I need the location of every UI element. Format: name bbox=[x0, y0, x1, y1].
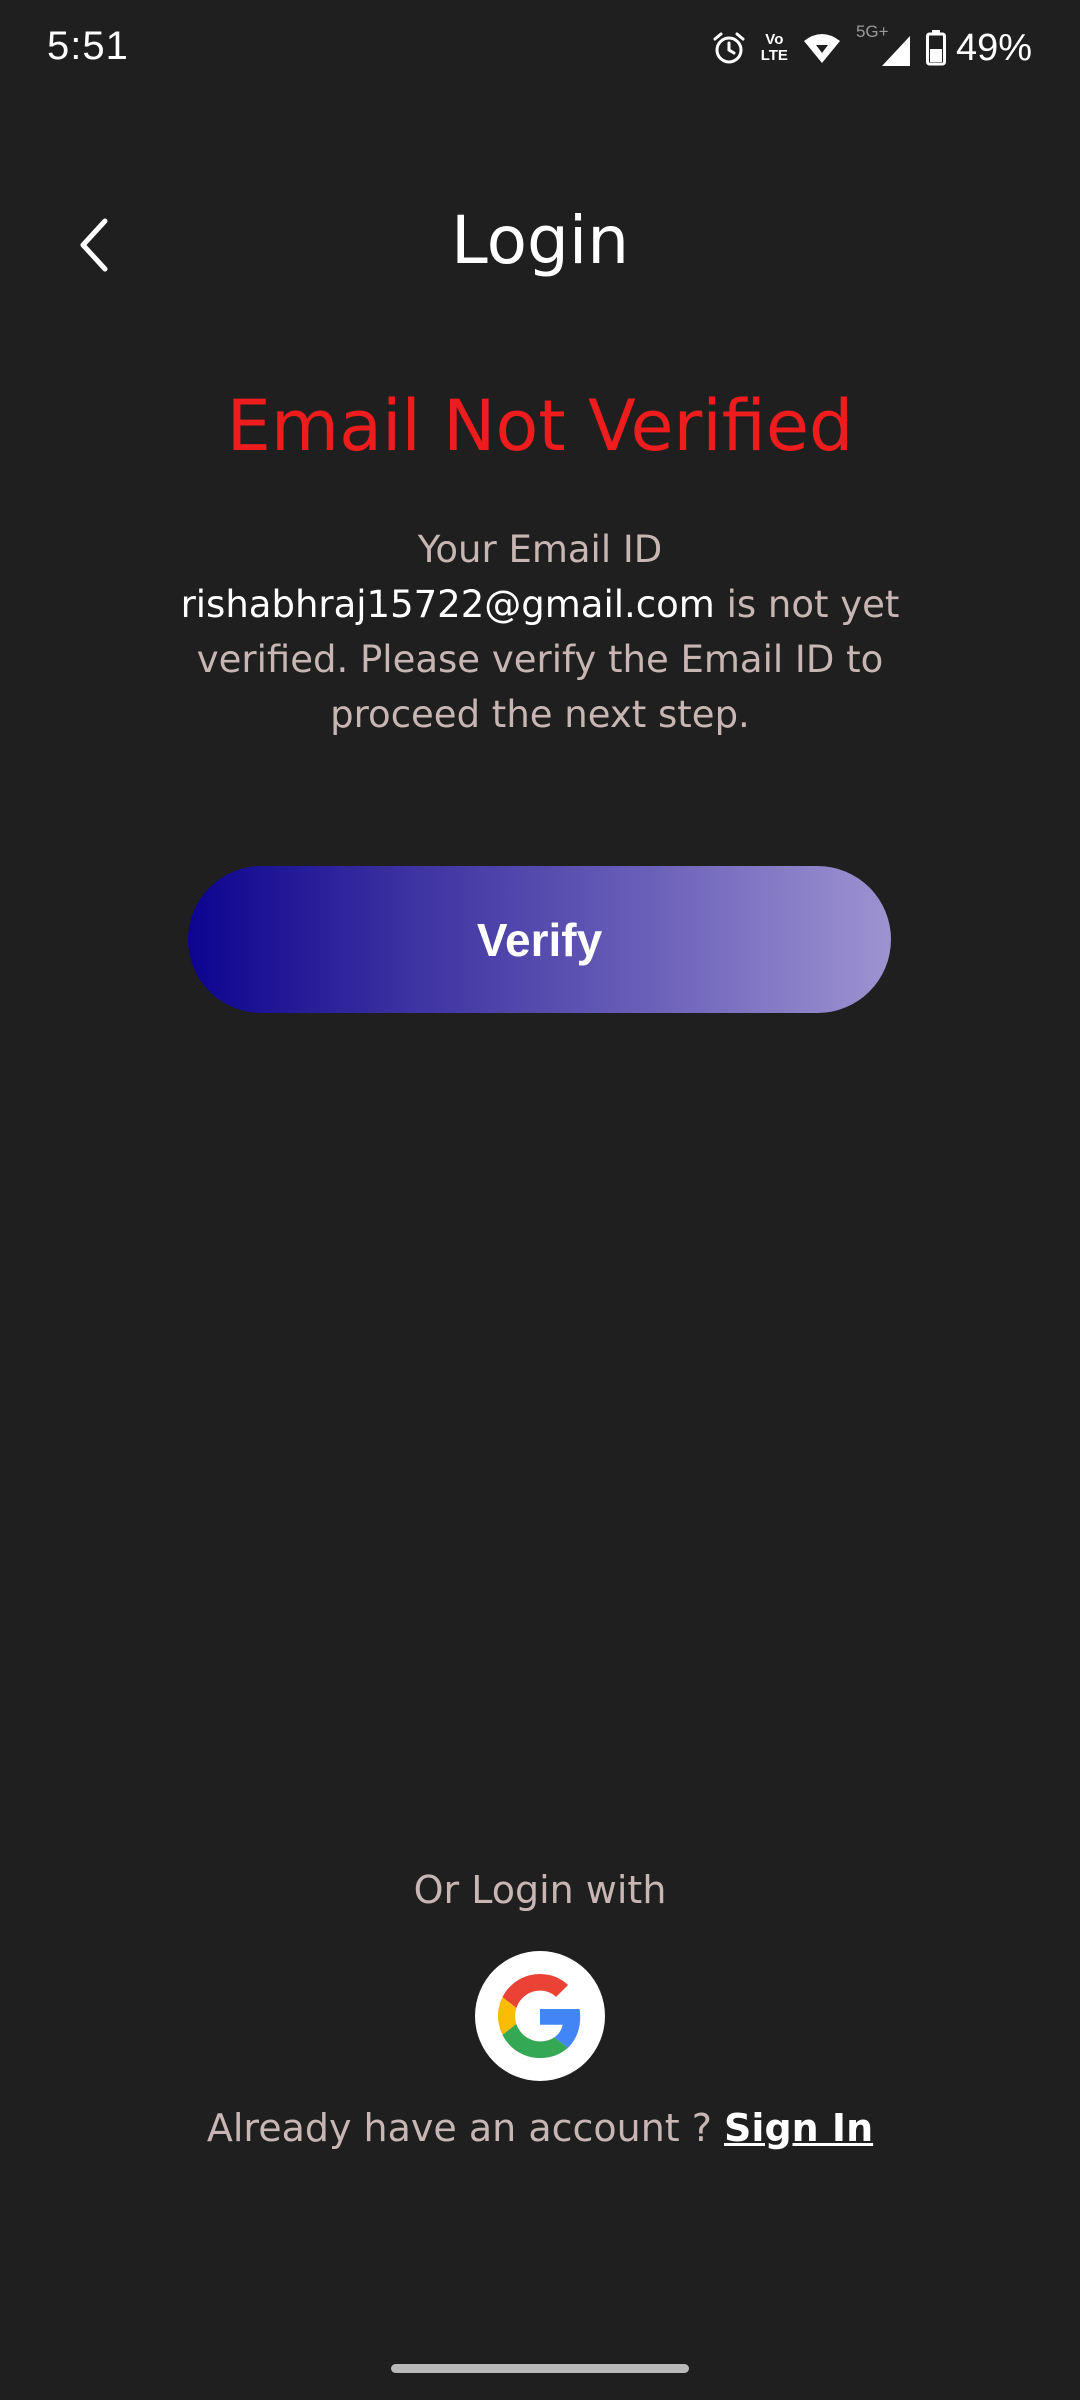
or-login-label: Or Login with bbox=[413, 1868, 667, 1912]
account-prompt-text: Already have an account ? bbox=[206, 2106, 725, 2150]
error-title: Email Not Verified bbox=[226, 385, 854, 467]
status-bar: 5:51 Vo LTE 5G+ 49% bbox=[0, 0, 1080, 100]
volte-bottom: LTE bbox=[760, 47, 788, 64]
volte-icon: Vo LTE bbox=[761, 32, 788, 64]
message-prefix: Your Email ID bbox=[417, 528, 663, 571]
home-indicator[interactable] bbox=[391, 2364, 689, 2373]
status-time: 5:51 bbox=[47, 24, 129, 68]
signal-icon bbox=[881, 36, 910, 66]
wifi-icon bbox=[802, 31, 842, 65]
page-title: Login bbox=[450, 202, 630, 279]
sign-in-link[interactable]: Sign In bbox=[724, 2106, 873, 2150]
status-icons: Vo LTE 5G+ 49% bbox=[711, 22, 1032, 74]
email-address: rishabhraj15722@gmail.com bbox=[180, 583, 715, 626]
verification-message: Your Email ID rishabhraj15722@gmail.com … bbox=[170, 522, 910, 742]
battery-percent: 49% bbox=[955, 26, 1032, 69]
google-icon bbox=[498, 1974, 581, 2058]
header: Login bbox=[0, 180, 1080, 310]
verify-button[interactable]: Verify bbox=[188, 866, 891, 1013]
signal-group: 5G+ bbox=[856, 22, 912, 70]
alarm-icon bbox=[711, 30, 747, 66]
account-prompt: Already have an account ? Sign In bbox=[0, 2106, 1080, 2150]
volte-top: Vo bbox=[765, 31, 784, 48]
google-login-button[interactable] bbox=[475, 1951, 605, 2081]
battery-icon bbox=[925, 30, 946, 66]
